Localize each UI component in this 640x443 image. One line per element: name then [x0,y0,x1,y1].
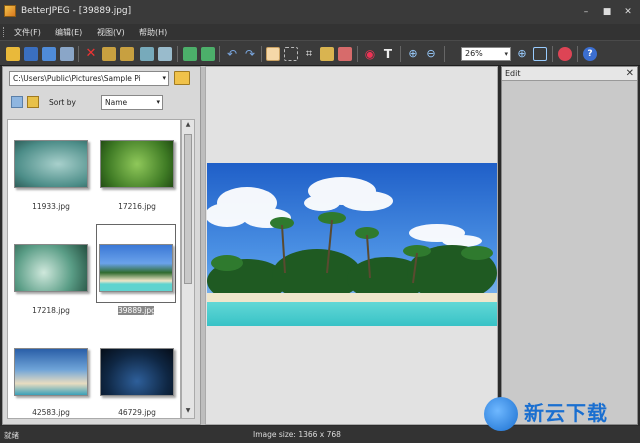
zoom-select[interactable]: 26% ▾ [461,47,511,61]
scrollbar-thumb[interactable] [184,134,192,284]
chevron-down-icon: ▾ [162,74,166,82]
zoom-value: 26% [465,49,483,58]
close-button[interactable]: ✕ [620,6,636,18]
open-icon[interactable] [6,47,20,61]
window-title: BetterJPEG - [39889.jpg] [21,6,132,16]
app-icon [4,5,16,17]
sort-label: Sort by [49,98,76,107]
toolbar-separator [577,46,578,62]
thumbnail-list: 11933.jpg 17216.jpg 17218.jpg 39889.jpg … [7,119,181,419]
browse-folder-icon[interactable] [174,71,190,85]
thumbnail-label[interactable]: 17216.jpg [97,202,177,211]
scroll-down-icon[interactable]: ▼ [183,407,193,417]
thumbnail-image[interactable] [14,244,88,292]
close-icon[interactable]: ✕ [626,67,634,81]
folder-path: C:\Users\Public\Pictures\Sample Pi [13,74,141,83]
text-tool-icon[interactable]: T [381,47,395,61]
hand-tool-icon[interactable] [266,47,280,61]
up-folder-icon[interactable] [27,96,39,108]
status-text: 就绪 [4,431,19,440]
sort-select[interactable]: Name ▾ [101,95,163,110]
toolbar-separator [261,46,262,62]
thumbnail-label[interactable]: 11933.jpg [11,202,91,211]
fit-window-icon[interactable] [533,47,547,61]
toolbar-separator [400,46,401,62]
watermark-text: 新云下载 [524,401,608,425]
settings-icon[interactable] [558,47,572,61]
resize-icon[interactable] [320,47,334,61]
prev-image-icon[interactable] [102,47,116,61]
toolbar-separator [219,46,220,62]
chevron-down-icon: ▾ [156,98,160,106]
toolbar-separator [357,46,358,62]
image-size-text: Image size: 1366 x 768 [253,430,341,439]
menu-grip [3,27,5,37]
file-browser-pane: C:\Users\Public\Pictures\Sample Pi ▾ Sor… [2,66,201,425]
save-as-icon[interactable] [42,47,56,61]
redeye-icon[interactable] [338,47,352,61]
menu-bar: 文件(F) 编辑(E) 视图(V) 帮助(H) [0,24,640,40]
fit-zoom-icon[interactable]: ⊕ [515,47,529,61]
paste-icon[interactable] [158,47,172,61]
minimize-button[interactable]: – [578,6,594,18]
watermark: 新云下载 [484,395,636,437]
select-rect-icon[interactable] [284,47,298,61]
edit-panel-header: Edit ✕ [502,67,637,81]
copy-icon[interactable] [140,47,154,61]
next-image-icon[interactable] [120,47,134,61]
title-bar: BetterJPEG - [39889.jpg] – ■ ✕ [0,0,640,24]
toolbar-separator [177,46,178,62]
thumbnail-label[interactable]: 42583.jpg [11,408,91,417]
help-icon[interactable]: ? [583,47,597,61]
toolbar-separator [444,46,445,62]
eye-icon[interactable]: ◉ [363,47,377,61]
sort-value: Name [105,98,128,107]
redo-icon[interactable]: ↷ [243,47,257,61]
thumbnail-label[interactable]: 39889.jpg [118,306,156,315]
refresh-icon[interactable] [11,96,23,108]
menu-help[interactable]: 帮助(H) [139,27,167,38]
scroll-up-icon[interactable]: ▲ [183,121,193,131]
toolbar-separator [78,46,79,62]
save-icon[interactable] [24,47,38,61]
beach-photo [207,163,497,326]
folder-path-combo[interactable]: C:\Users\Public\Pictures\Sample Pi ▾ [9,71,169,86]
thumbnail-image[interactable] [99,244,173,292]
maximize-button[interactable]: ■ [599,6,615,18]
chevron-down-icon: ▾ [504,50,508,58]
rotate-right-icon[interactable] [201,47,215,61]
menu-edit[interactable]: 编辑(E) [55,27,82,38]
delete-icon[interactable]: ✕ [84,47,98,61]
edit-panel-title: Edit [505,69,521,78]
zoom-out-icon[interactable]: ⊖ [424,47,438,61]
thumbnail-label[interactable]: 46729.jpg [97,408,177,417]
menu-view[interactable]: 视图(V) [97,27,125,38]
thumbnail-image[interactable] [100,348,174,396]
rotate-left-icon[interactable] [183,47,197,61]
crop-icon[interactable]: ⌗ [302,47,316,61]
undo-icon[interactable]: ↶ [225,47,239,61]
menu-file[interactable]: 文件(F) [14,27,41,38]
zoom-in-icon[interactable]: ⊕ [406,47,420,61]
thumbnail-image[interactable] [100,140,174,188]
edit-panel: Edit ✕ [501,66,638,425]
sort-row: Sort by Name ▾ [9,95,199,111]
watermark-logo [484,397,518,431]
toolbar: ✕ ↶ ↷ ⌗ ◉ T ⊕ ⊖ 26% ▾ ⊕ ? [0,40,640,66]
toolbar-separator [552,46,553,62]
thumbnail-scrollbar[interactable]: ▲ ▼ [181,119,195,419]
image-viewer [205,66,498,425]
thumbnail-label[interactable]: 17218.jpg [11,306,91,315]
thumbnail-image[interactable] [14,348,88,396]
print-icon[interactable] [60,47,74,61]
thumbnail-image[interactable] [14,140,88,188]
main-image[interactable] [207,163,497,326]
